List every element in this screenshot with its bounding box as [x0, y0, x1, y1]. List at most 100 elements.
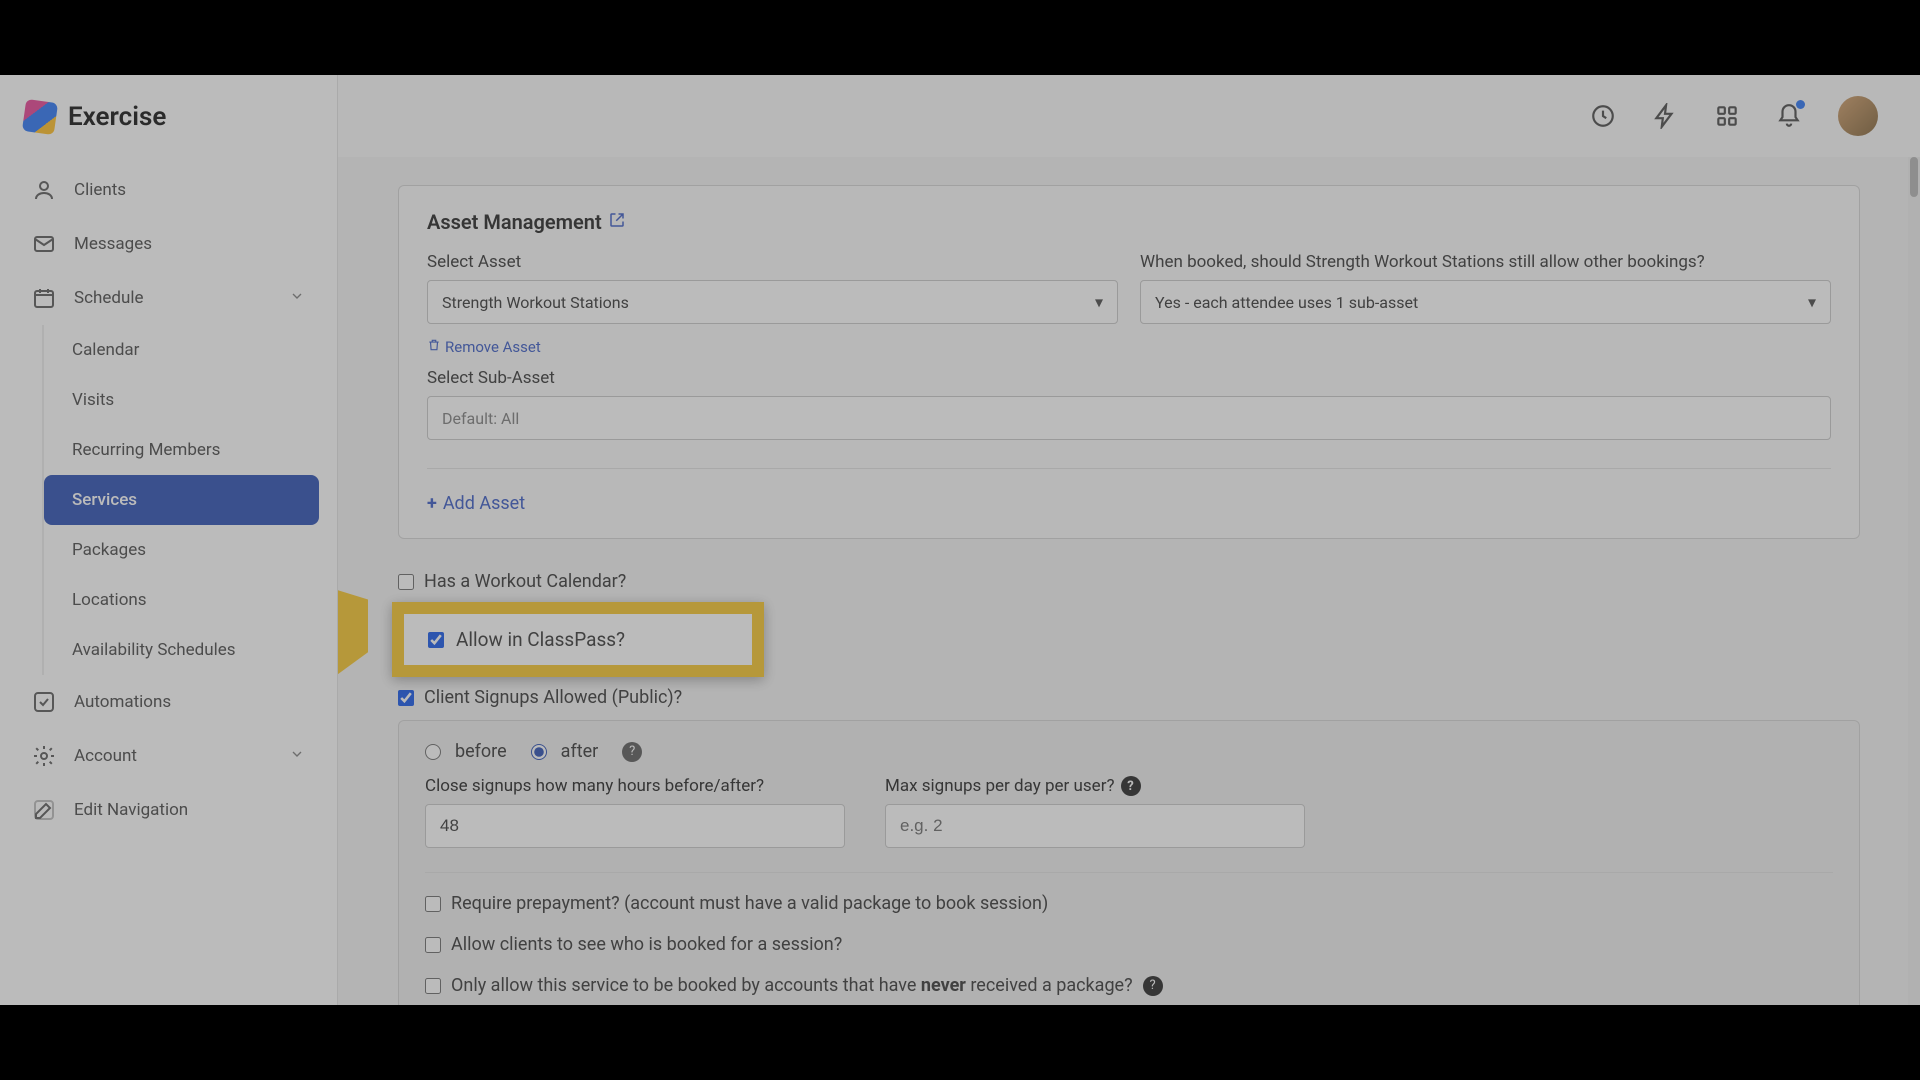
nav-label: Calendar [72, 340, 139, 360]
brand-name: Exercise [68, 102, 166, 132]
help-icon[interactable]: ? [1121, 776, 1141, 796]
help-icon[interactable]: ? [622, 742, 642, 762]
booking-value: Yes - each attendee uses 1 sub-asset [1155, 293, 1418, 312]
nav-availability[interactable]: Availability Schedules [44, 625, 319, 675]
close-signups-input[interactable] [425, 804, 845, 848]
apps-grid-icon[interactable] [1714, 103, 1740, 129]
add-asset-text: Add Asset [443, 493, 525, 514]
select-asset-dropdown[interactable]: Strength Workout Stations ▾ [427, 280, 1118, 324]
envelope-icon [32, 232, 56, 256]
workout-calendar-label: Has a Workout Calendar? [424, 571, 626, 592]
check-square-icon [32, 690, 56, 714]
plus-icon: + [427, 493, 437, 514]
select-sub-asset-label: Select Sub-Asset [427, 368, 555, 388]
select-asset-label: Select Asset [427, 252, 1118, 272]
max-signups-text: Max signups per day per user? [885, 776, 1115, 796]
nav-label: Clients [74, 180, 126, 200]
client-signups-checkbox[interactable] [398, 690, 414, 706]
help-icon[interactable]: ? [1143, 976, 1163, 996]
nav-label: Account [74, 746, 137, 766]
nav-label: Visits [72, 390, 114, 410]
select-asset-value: Strength Workout Stations [442, 293, 629, 312]
never-package-checkbox[interactable] [425, 978, 441, 994]
prepayment-checkbox[interactable] [425, 896, 441, 912]
nav-account[interactable]: Account [18, 729, 319, 783]
after-radio[interactable] [531, 744, 547, 760]
nav-services[interactable]: Services [44, 475, 319, 525]
who-booked-row: Allow clients to see who is booked for a… [425, 934, 1833, 955]
user-icon [32, 178, 56, 202]
panel-title-text: Asset Management [427, 210, 602, 234]
brand: Exercise [0, 75, 337, 163]
classpass-checkbox[interactable] [428, 632, 444, 648]
chevron-down-icon [289, 288, 305, 309]
who-booked-checkbox[interactable] [425, 937, 441, 953]
bell-icon[interactable] [1776, 103, 1802, 129]
classpass-row: Allow in ClassPass? [392, 602, 764, 677]
prepayment-label: Require prepayment? (account must have a… [451, 893, 1048, 914]
remove-asset-link[interactable]: Remove Asset [427, 338, 1118, 356]
nav-label: Locations [72, 590, 147, 610]
remove-asset-text: Remove Asset [445, 338, 541, 356]
brand-logo-icon [22, 99, 58, 135]
trash-icon [427, 338, 441, 356]
max-signups-input[interactable] [885, 804, 1305, 848]
bolt-icon[interactable] [1652, 103, 1678, 129]
external-link-icon[interactable] [608, 210, 626, 234]
never-bold: never [921, 975, 966, 996]
nav-locations[interactable]: Locations [44, 575, 319, 625]
never-pre: Only allow this service to be booked by … [451, 975, 921, 996]
nav-clients[interactable]: Clients [18, 163, 319, 217]
chevron-down-icon [289, 746, 305, 767]
clock-icon[interactable] [1590, 103, 1616, 129]
nav-messages[interactable]: Messages [18, 217, 319, 271]
client-signups-label: Client Signups Allowed (Public)? [424, 687, 682, 708]
calendar-icon [32, 286, 56, 310]
never-post: received a package? [966, 975, 1133, 996]
nav-schedule[interactable]: Schedule [18, 271, 319, 325]
nav-label: Automations [74, 692, 171, 712]
booking-dropdown[interactable]: Yes - each attendee uses 1 sub-asset ▾ [1140, 280, 1831, 324]
nav-label: Recurring Members [72, 440, 220, 460]
sidebar: Exercise Clients Messages Schedule [0, 75, 338, 1005]
content: Asset Management Select Asset Strength W… [338, 157, 1920, 1005]
after-label: after [561, 741, 599, 762]
caret-down-icon: ▾ [1095, 293, 1103, 312]
max-signups-label: Max signups per day per user? ? [885, 776, 1305, 796]
prepayment-row: Require prepayment? (account must have a… [425, 893, 1833, 914]
scrollbar[interactable] [1908, 157, 1920, 1005]
caret-down-icon: ▾ [1808, 293, 1816, 312]
edit-icon [32, 798, 56, 822]
avatar[interactable] [1838, 96, 1878, 136]
sub-asset-placeholder: Default: All [442, 409, 519, 428]
scrollbar-thumb[interactable] [1910, 157, 1918, 197]
add-asset-link[interactable]: + Add Asset [427, 493, 525, 514]
workout-calendar-row: Has a Workout Calendar? [398, 571, 1860, 592]
nav: Clients Messages Schedule Calendar Visi [0, 163, 337, 837]
never-package-row: Only allow this service to be booked by … [425, 975, 1833, 996]
classpass-highlight: Allow in ClassPass? [392, 602, 1860, 677]
gear-icon [32, 744, 56, 768]
notification-dot-icon [1796, 100, 1805, 109]
topbar [338, 75, 1920, 157]
nav-calendar[interactable]: Calendar [44, 325, 319, 375]
booking-question-label: When booked, should Strength Workout Sta… [1140, 252, 1831, 272]
nav-recurring-members[interactable]: Recurring Members [44, 425, 319, 475]
select-sub-asset-input[interactable]: Default: All [427, 396, 1831, 440]
workout-calendar-checkbox[interactable] [398, 574, 414, 590]
panel-title: Asset Management [427, 210, 1831, 234]
nav-label: Schedule [74, 288, 143, 308]
client-signups-row: Client Signups Allowed (Public)? [398, 687, 1860, 708]
nav-schedule-sub: Calendar Visits Recurring Members Servic… [42, 325, 319, 675]
main: Asset Management Select Asset Strength W… [338, 75, 1920, 1005]
nav-edit-navigation[interactable]: Edit Navigation [18, 783, 319, 837]
nav-packages[interactable]: Packages [44, 525, 319, 575]
nav-label: Availability Schedules [72, 640, 236, 660]
nav-visits[interactable]: Visits [44, 375, 319, 425]
before-radio[interactable] [425, 744, 441, 760]
nav-label: Services [72, 490, 137, 510]
never-package-label: Only allow this service to be booked by … [451, 975, 1133, 996]
nav-automations[interactable]: Automations [18, 675, 319, 729]
signups-subpanel: before after ? Close signups how many ho… [398, 720, 1860, 1005]
before-label: before [455, 741, 507, 762]
